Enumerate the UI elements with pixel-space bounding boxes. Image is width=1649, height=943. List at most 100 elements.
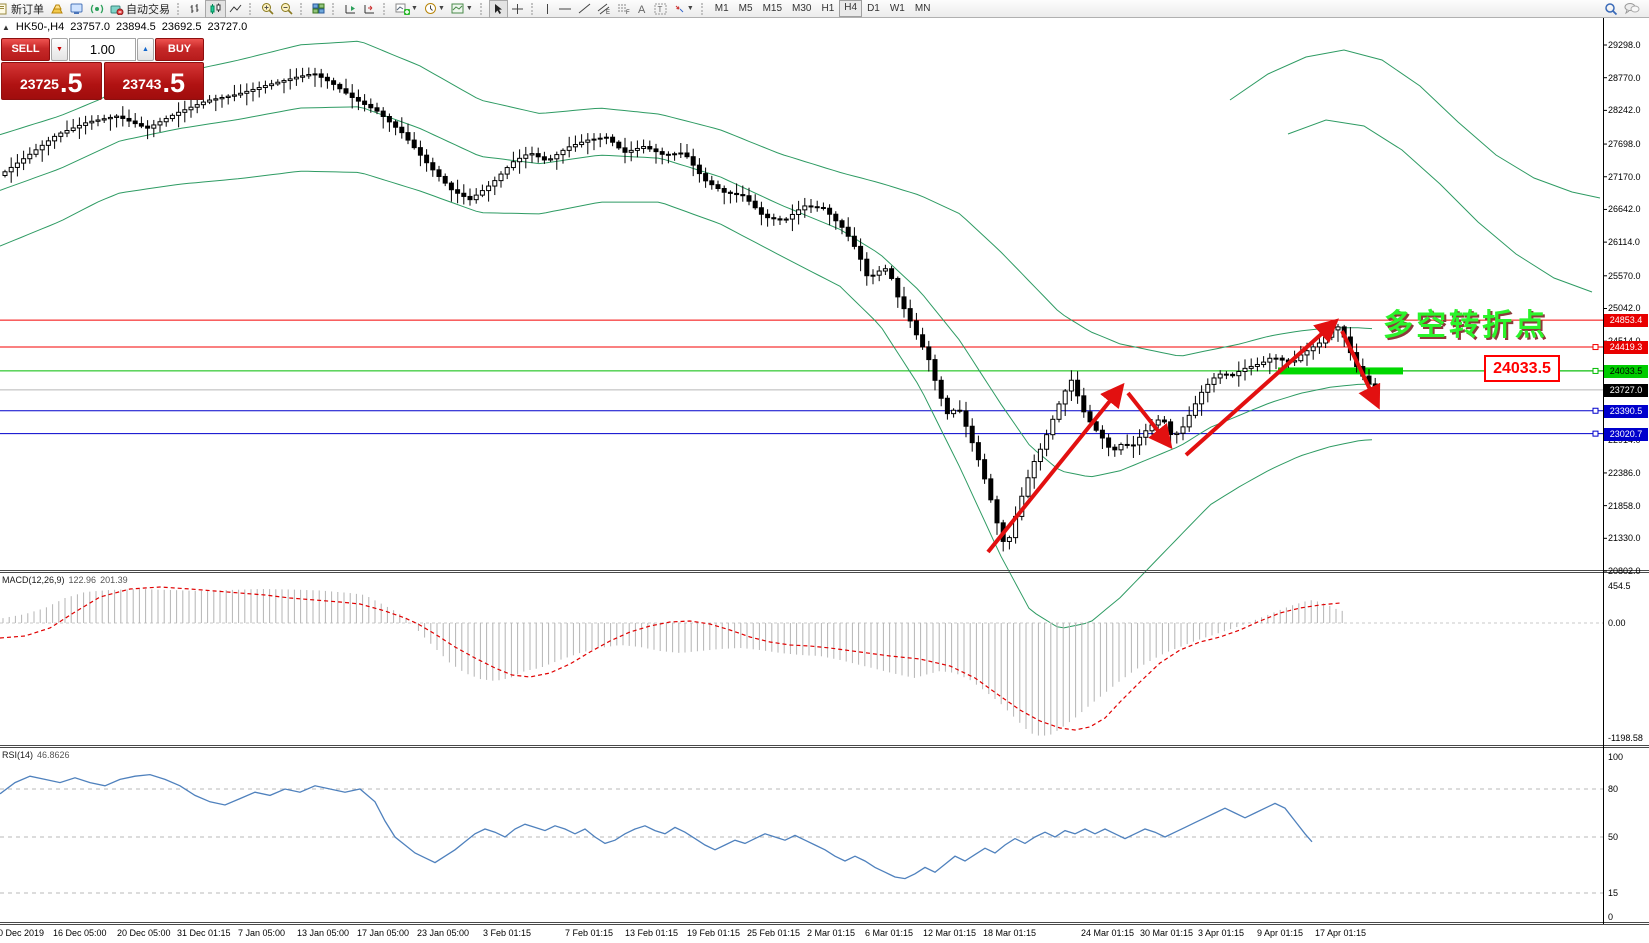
price-tick-label: 28770.0	[1608, 73, 1641, 83]
periods-button[interactable]: ▼	[421, 1, 448, 17]
rsi-axis-label: 0	[1608, 912, 1614, 922]
timeframe-M30[interactable]: M30	[787, 1, 816, 16]
search-button[interactable]	[1601, 1, 1621, 17]
timeframe-H4[interactable]: H4	[839, 0, 863, 17]
timeframe-H1[interactable]: H1	[816, 1, 839, 16]
terminal-button[interactable]	[67, 1, 87, 17]
sell-price-panel[interactable]: 23725 .5	[1, 62, 102, 100]
ohlc-open: 23757.0	[70, 21, 110, 33]
candles-layer	[2, 67, 1378, 552]
timeframe-M1[interactable]: M1	[710, 1, 734, 16]
toolbar-grip	[249, 2, 255, 15]
bar-chart-button[interactable]	[186, 1, 205, 17]
macd-main-value: 122.96	[68, 575, 97, 585]
time-tick-label: 24 Mar 01:15	[1081, 928, 1135, 938]
timeframe-W1[interactable]: W1	[885, 1, 910, 16]
buy-price-panel[interactable]: 23743 .5	[103, 62, 204, 100]
deposit-button[interactable]	[47, 1, 67, 17]
time-tick-label: 25 Feb 01:15	[747, 928, 801, 938]
chat-icon	[1624, 3, 1640, 15]
timeframe-M5[interactable]: M5	[734, 1, 758, 16]
cursor-icon	[494, 3, 502, 14]
cursor-button[interactable]	[488, 0, 508, 18]
macd-axis-label: 454.5	[1608, 581, 1631, 591]
clock-icon	[424, 3, 436, 14]
line-chart-button[interactable]	[226, 1, 245, 17]
macd-axis-label: -1198.58	[1608, 733, 1643, 743]
rsi-label: RSI(14) 46.8626	[2, 750, 74, 760]
volume-input[interactable]: 1.00	[69, 38, 136, 61]
price-tick-label: 29298.0	[1608, 40, 1641, 50]
toolbar-grip	[479, 2, 486, 15]
volume-decrease-button[interactable]: ▼	[51, 38, 68, 61]
crosshair-button[interactable]	[508, 1, 527, 17]
rsi-value: 46.8626	[37, 750, 70, 760]
price-tick-label: 27698.0	[1608, 139, 1641, 149]
chevron-down-icon: ▼	[465, 5, 473, 12]
terminal-icon	[70, 3, 83, 14]
time-tick-label: 13 Feb 01:15	[625, 928, 679, 938]
price-tick-label: 25042.0	[1608, 303, 1641, 313]
step-forward-button[interactable]	[341, 1, 360, 17]
trendline-icon	[578, 3, 591, 13]
timeframe-D1[interactable]: D1	[862, 1, 885, 16]
price-badge: 23390.5	[1604, 405, 1648, 418]
time-tick-label: 10 Dec 2019	[0, 928, 45, 938]
templates-button[interactable]: ▼	[448, 1, 476, 17]
turning-point-annotation[interactable]: 多空转折点	[1383, 300, 1548, 344]
time-tick-label: 18 Mar 01:15	[983, 928, 1037, 938]
new-order-icon	[0, 3, 7, 14]
chart-canvas[interactable]	[0, 0, 1649, 943]
toolbar-grip	[332, 2, 338, 15]
trendline-button[interactable]	[575, 1, 594, 17]
add-indicator-button[interactable]: ▼	[392, 1, 421, 17]
text-label-button[interactable]: T	[651, 1, 670, 17]
channel-button[interactable]: E	[594, 1, 614, 17]
horizontal-line-button[interactable]	[555, 1, 575, 17]
auto-trading-label: 自动交易	[126, 3, 170, 16]
time-tick-label: 7 Jan 05:00	[238, 928, 286, 938]
volume-increase-button[interactable]: ▲	[137, 38, 154, 61]
signals-button[interactable]	[87, 1, 107, 17]
vertical-line-button[interactable]	[540, 1, 555, 17]
time-tick-label: 20 Dec 05:00	[117, 928, 171, 938]
timeframe-M15[interactable]: M15	[758, 1, 787, 16]
fibonacci-button[interactable]: F	[614, 1, 634, 17]
timeframe-MN[interactable]: MN	[910, 1, 936, 16]
text-button[interactable]: A	[634, 1, 651, 17]
toolbar-grip	[530, 2, 537, 15]
chat-button[interactable]	[1621, 1, 1643, 17]
ohlc-high: 23894.5	[115, 21, 156, 33]
zoom-in-button[interactable]	[258, 1, 277, 17]
zoom-in-icon	[262, 3, 274, 15]
macd-layer	[0, 586, 1603, 736]
sell-price-frac: .5	[59, 68, 83, 98]
chart-shift-button[interactable]	[360, 1, 379, 17]
price-tag-label[interactable]: 24033.5	[1484, 355, 1560, 382]
rsi-layer	[0, 773, 1603, 894]
macd-signal-value: 201.39	[100, 575, 128, 585]
candlestick-chart-icon	[210, 3, 221, 14]
zoom-out-button[interactable]	[277, 1, 296, 17]
horizontal-line-icon	[558, 8, 571, 9]
arrows-button[interactable]: ▼	[670, 1, 697, 17]
tile-windows-button[interactable]	[309, 1, 328, 17]
buy-button[interactable]: BUY	[155, 38, 204, 61]
price-tick-label: 20802.0	[1608, 566, 1641, 576]
collapse-one-click-icon[interactable]: ▲	[2, 23, 10, 32]
new-order-button[interactable]: 新订单	[0, 1, 47, 17]
price-badge: 24853.4	[1604, 314, 1648, 327]
one-click-trading-panel: SELL ▼ 1.00 ▲ BUY 23725 .5 23743 .5	[1, 38, 204, 100]
time-tick-label: 3 Feb 01:15	[483, 928, 532, 938]
svg-text:E: E	[606, 10, 610, 15]
time-tick-label: 3 Apr 01:15	[1198, 928, 1245, 938]
sell-price-int: 23725	[20, 76, 59, 92]
sell-button[interactable]: SELL	[1, 38, 50, 61]
candlestick-chart-button[interactable]	[205, 0, 226, 18]
text-icon: A	[638, 4, 646, 15]
template-icon	[451, 3, 464, 13]
text-label-icon: T	[654, 3, 667, 14]
line-chart-icon	[229, 4, 242, 12]
time-tick-label: 17 Jan 05:00	[357, 928, 410, 938]
auto-trading-button[interactable]: 自动交易	[107, 1, 173, 17]
